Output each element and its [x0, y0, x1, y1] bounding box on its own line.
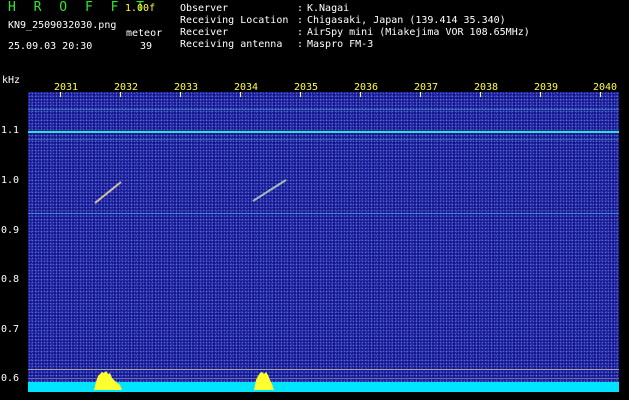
info-value-observer: K.Nagai — [307, 3, 350, 14]
info-label-antenna: Receiving antenna — [180, 39, 283, 50]
info-label-location: Receiving Location — [180, 15, 289, 26]
meteor-echo-trace — [252, 179, 287, 202]
version-label: 1.00f — [125, 3, 156, 14]
meteor-echo-trace — [94, 181, 122, 204]
y-tick-label: 0.8 — [1, 274, 20, 285]
file-name: KN9_2509032030.png — [8, 20, 117, 31]
y-tick-label: 0.7 — [1, 324, 20, 335]
y-tick-label: 1.0 — [1, 175, 20, 186]
spectrogram-plot — [28, 92, 619, 392]
info-label-observer: Observer — [180, 3, 229, 14]
y-tick-label: 0.9 — [1, 225, 20, 236]
hrofft-window: H R O F F T 1.00f KN9_2509032030.png met… — [0, 0, 629, 400]
info-label-receiver: Receiver — [180, 27, 229, 38]
info-separator: : — [297, 27, 304, 38]
info-separator: : — [297, 3, 304, 14]
info-value-antenna: Maspro FM-3 — [307, 39, 374, 50]
info-separator: : — [297, 39, 304, 50]
meteor-count-label: meteor — [126, 28, 163, 39]
capture-datetime: 25.09.03 20:30 — [8, 41, 93, 52]
y-tick-label: 0.6 — [1, 373, 20, 384]
y-axis-unit: kHz — [2, 75, 21, 86]
info-value-location: Chigasaki, Japan (139.414 35.340) — [307, 15, 506, 26]
info-separator: : — [297, 15, 304, 26]
y-tick-label: 1.1 — [1, 125, 20, 136]
spectrum-peak — [254, 372, 274, 390]
meteor-count-value: 39 — [140, 41, 153, 52]
meteor-echoes — [94, 179, 287, 204]
info-value-receiver: AirSpy mini (Miakejima VOR 108.65MHz) — [307, 27, 530, 38]
spectrum-peak — [94, 371, 122, 390]
spectrum-peaks — [94, 371, 274, 390]
